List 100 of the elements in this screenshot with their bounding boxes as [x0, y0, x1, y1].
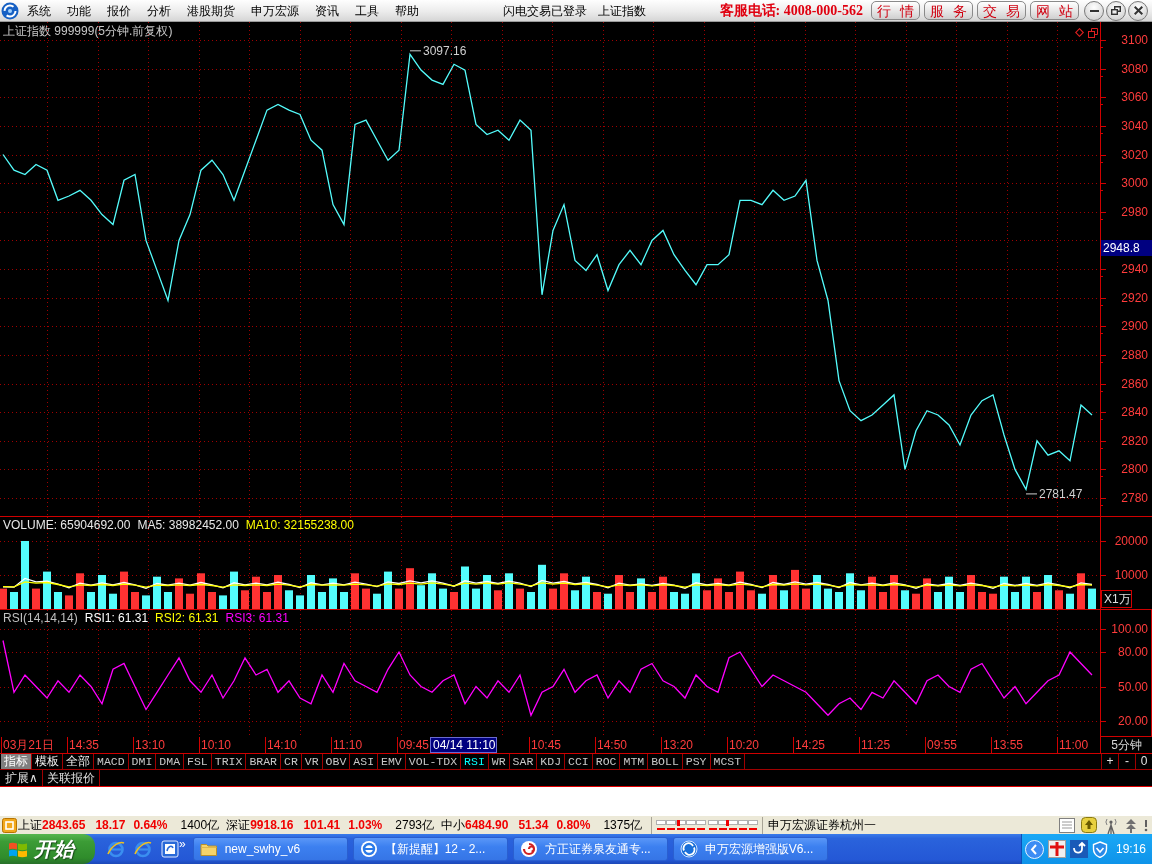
- axis-label: 2940: [1121, 262, 1148, 276]
- axis-label: 20000: [1114, 534, 1148, 548]
- nav-button[interactable]: 服 务: [924, 1, 973, 20]
- index-name[interactable]: 上证指数: [598, 0, 646, 21]
- hotline-text: 客服电话: 4008-000-562: [719, 1, 863, 20]
- restore-icon: [1111, 6, 1121, 15]
- browser-icon[interactable]: [107, 840, 125, 858]
- index-change: 101.41: [303, 817, 341, 833]
- menu-item[interactable]: 工具: [347, 0, 387, 21]
- indicator-tab[interactable]: ROC: [592, 754, 621, 769]
- unit-label: X1万: [1101, 590, 1132, 608]
- taskbar-button[interactable]: 申万宏源增强版V6...: [672, 837, 828, 861]
- axis-label: 10000: [1114, 568, 1148, 582]
- indicator-tab[interactable]: BOLL: [648, 754, 683, 769]
- taskbar-button[interactable]: 【新提醒】12 - 2...: [352, 837, 508, 861]
- minimize-icon: [1089, 9, 1099, 12]
- turnover-text: 2793亿: [395, 817, 434, 833]
- axis-label: 20.00: [1117, 714, 1148, 728]
- indicator-tab[interactable]: FSL: [184, 754, 212, 769]
- menu-item[interactable]: 系统: [19, 0, 59, 21]
- indicator-tab[interactable]: VR: [301, 754, 323, 769]
- nav-button[interactable]: 交 易: [977, 1, 1026, 20]
- axis-label: 50.00: [1117, 679, 1148, 694]
- notepad-icon[interactable]: [1059, 817, 1075, 833]
- annotation: 2781.47: [1039, 487, 1083, 502]
- time-label: 14:35: [67, 737, 133, 753]
- mode-tab[interactable]: 模板: [32, 754, 63, 769]
- indicator-tab[interactable]: MACD: [94, 754, 129, 769]
- app-icon[interactable]: [161, 840, 179, 858]
- window-icon[interactable]: [1088, 28, 1098, 38]
- indicator-tab[interactable]: MCST: [710, 754, 746, 769]
- minimize-button[interactable]: [1084, 0, 1104, 21]
- clock-text: 19:16: [1115, 841, 1146, 857]
- indicator-tab[interactable]: RSI: [461, 754, 489, 769]
- zoom-button[interactable]: +: [1101, 754, 1118, 769]
- zoom-button[interactable]: -: [1118, 754, 1135, 769]
- indicator-tab[interactable]: MTM: [620, 754, 649, 769]
- indicator-tab[interactable]: CCI: [565, 754, 593, 769]
- index-percent: 0.80%: [556, 817, 591, 833]
- time-label: 09:55: [925, 737, 991, 753]
- start-button[interactable]: 开始: [0, 834, 95, 864]
- cursor-price-label: 2948.8: [1101, 240, 1152, 256]
- high-price-label: 3097.16: [409, 44, 467, 59]
- axis-label: 2900: [1121, 319, 1148, 334]
- time-label: 03月21日: [1, 737, 67, 753]
- swirl-logo-icon[interactable]: [1, 1, 19, 20]
- menu-item[interactable]: 资讯: [307, 0, 347, 21]
- indicator-tab[interactable]: EMV: [378, 754, 406, 769]
- panel-tab[interactable]: 扩展∧: [1, 770, 43, 786]
- nav-button[interactable]: 行 情: [871, 1, 920, 20]
- index-change: 51.34: [518, 817, 549, 833]
- index-value: 9918.16: [250, 817, 294, 833]
- menu-item[interactable]: 帮助: [387, 0, 427, 21]
- indicator-tab[interactable]: SAR: [509, 754, 538, 769]
- cross-icon[interactable]: [1047, 840, 1066, 858]
- indicator-tab[interactable]: TRIX: [211, 754, 247, 769]
- menu-item[interactable]: 报价: [99, 0, 139, 21]
- taskbar-button[interactable]: new_swhy_v6: [192, 837, 348, 861]
- indicator-tab[interactable]: DMA: [156, 754, 185, 769]
- indicator-tab[interactable]: WR: [488, 754, 510, 769]
- zoom-button[interactable]: 0: [1135, 754, 1152, 769]
- indicator-tab[interactable]: BRAR: [246, 754, 281, 769]
- axis-label: 2780: [1121, 491, 1148, 505]
- period-label[interactable]: 5分钟: [1100, 737, 1152, 753]
- shield-icon[interactable]: [1091, 840, 1108, 858]
- mode-tab[interactable]: 指标: [1, 754, 32, 769]
- browser-icon: [359, 840, 378, 858]
- panel-tab[interactable]: 关联报价: [42, 770, 100, 786]
- nav-button[interactable]: 网 站: [1030, 1, 1079, 20]
- indicator-tab[interactable]: OBV: [322, 754, 351, 769]
- close-button[interactable]: [1128, 0, 1148, 21]
- double-arrow-up-icon[interactable]: [1125, 817, 1137, 833]
- indicator-tab[interactable]: ASI: [350, 754, 379, 769]
- mode-tab[interactable]: 全部: [63, 754, 94, 769]
- indicator-tab[interactable]: PSY: [682, 754, 711, 769]
- overflow-button[interactable]: »: [177, 837, 188, 851]
- axis-label: 3100: [1121, 33, 1148, 47]
- indicator-tab[interactable]: DMI: [128, 754, 157, 769]
- indicator-tab[interactable]: KDJ: [537, 754, 566, 769]
- indicator-tab[interactable]: VOL-TDX: [405, 754, 462, 769]
- menu-item[interactable]: 功能: [59, 0, 99, 21]
- restore-button[interactable]: [1106, 0, 1126, 21]
- axis-label: 3080: [1121, 61, 1148, 76]
- menu-item[interactable]: 分析: [139, 0, 179, 21]
- axis-label: 2860: [1121, 376, 1148, 391]
- square-icon[interactable]: [2, 817, 17, 833]
- indicator-tab[interactable]: CR: [281, 754, 302, 769]
- menu-item[interactable]: 申万宏源: [243, 0, 307, 21]
- menu-item[interactable]: 港股期货: [179, 0, 243, 21]
- index-value: 6484.90: [465, 817, 509, 833]
- time-label: 13:20: [661, 737, 727, 753]
- axis-label: 2920: [1121, 290, 1148, 305]
- chevron-left-icon[interactable]: [1024, 839, 1044, 859]
- annotation: 3097.16: [423, 44, 467, 59]
- taskbar-button[interactable]: 方正证券泉友通专...: [512, 837, 668, 861]
- exclamation-icon[interactable]: [1143, 818, 1149, 832]
- index-percent: 0.64%: [133, 817, 168, 833]
- antenna-icon[interactable]: [1103, 816, 1119, 834]
- diamond-icon[interactable]: [1075, 28, 1084, 37]
- browser-icon[interactable]: [134, 840, 152, 858]
